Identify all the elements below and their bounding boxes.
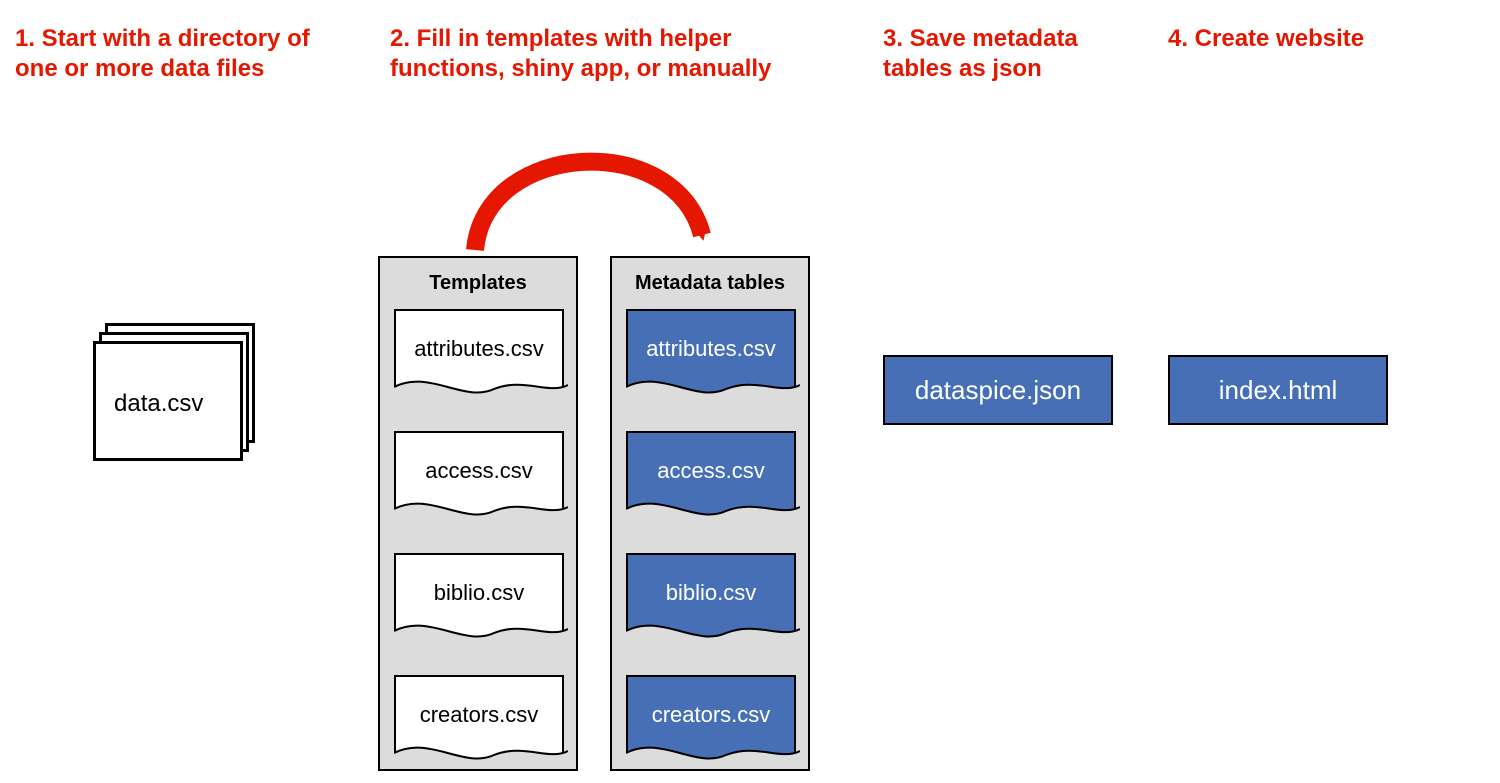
metadata-file-label: creators.csv — [652, 702, 771, 728]
metadata-file-label: biblio.csv — [666, 580, 756, 606]
template-file-access: access.csv — [394, 431, 564, 523]
metadata-file-creators: creators.csv — [626, 675, 796, 767]
step-4-label: 4. Create website — [1168, 24, 1428, 54]
template-file-label: creators.csv — [420, 702, 539, 728]
json-file-label: dataspice.json — [915, 375, 1081, 406]
fill-in-arrow-icon — [430, 115, 750, 265]
template-file-creators: creators.csv — [394, 675, 564, 767]
metadata-file-biblio: biblio.csv — [626, 553, 796, 645]
step-1-label: 1. Start with a directory of one or more… — [15, 24, 355, 84]
metadata-file-label: attributes.csv — [646, 336, 776, 362]
data-file-stack-icon: data.csv — [93, 323, 255, 461]
metadata-file-access: access.csv — [626, 431, 796, 523]
metadata-file-attributes: attributes.csv — [626, 309, 796, 401]
templates-panel-title: Templates — [394, 272, 562, 295]
html-file-box: index.html — [1168, 355, 1388, 425]
workflow-diagram: 1. Start with a directory of one or more… — [0, 0, 1500, 783]
html-file-label: index.html — [1219, 375, 1338, 406]
template-file-label: attributes.csv — [414, 336, 544, 362]
template-file-label: biblio.csv — [434, 580, 524, 606]
template-file-biblio: biblio.csv — [394, 553, 564, 645]
step-2-label: 2. Fill in templates with helper functio… — [390, 24, 830, 84]
metadata-panel-title: Metadata tables — [626, 272, 794, 295]
metadata-file-label: access.csv — [657, 458, 765, 484]
template-file-label: access.csv — [425, 458, 533, 484]
metadata-panel: Metadata tables attributes.csv access.cs… — [610, 256, 810, 771]
template-file-attributes: attributes.csv — [394, 309, 564, 401]
templates-panel: Templates attributes.csv access.csv bibl… — [378, 256, 578, 771]
step-3-label: 3. Save metadata tables as json — [883, 24, 1113, 84]
json-file-box: dataspice.json — [883, 355, 1113, 425]
data-file-label: data.csv — [114, 390, 203, 418]
